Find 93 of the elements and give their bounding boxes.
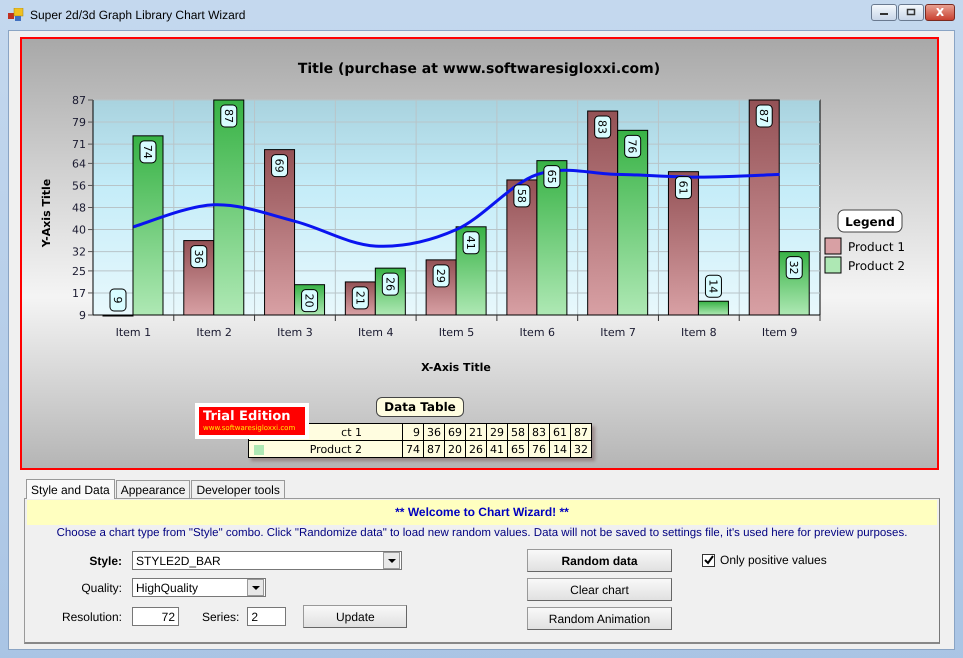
data-label: 14 (704, 274, 722, 298)
legend-label: Product 1 (848, 240, 906, 254)
legend-label: Product 2 (848, 259, 906, 273)
action-button[interactable]: Clear chart (527, 578, 672, 601)
x-axis-title: X-Axis Title (421, 361, 491, 374)
action-button[interactable]: Random Animation (527, 607, 672, 630)
data-label: 83 (594, 116, 612, 139)
y-axis-title: Y-Axis Title (40, 178, 53, 248)
table-cell: Product 2 (248, 440, 402, 458)
window-title: Super 2d/3d Graph Library Chart Wizard (30, 8, 246, 22)
data-label: 87 (220, 104, 238, 128)
table-cell: 58 (508, 424, 528, 440)
field-label: Series: (202, 610, 240, 624)
table-cell: 69 (444, 424, 466, 440)
checkbox[interactable] (702, 554, 715, 566)
table-cell: 61 (550, 424, 570, 440)
y-tick-label: 56 (72, 179, 86, 192)
y-tick-label: 48 (72, 202, 86, 214)
y-tick-label: 9 (79, 309, 86, 322)
action-button[interactable]: Random data (527, 549, 672, 572)
x-tick-label: Item 1 (116, 326, 152, 339)
table-cell: 26 (466, 440, 486, 458)
x-tick-label: Item 4 (358, 326, 394, 339)
data-label: 26 (382, 272, 399, 296)
minimize-button[interactable] (871, 4, 897, 20)
update-button[interactable]: Update (303, 605, 408, 628)
quality-dropdown[interactable]: HighQuality (132, 578, 266, 597)
field-label: Style: (88, 554, 122, 568)
data-label: 87 (756, 104, 773, 128)
maximize-icon (906, 8, 916, 16)
y-tick-label: 71 (72, 138, 86, 152)
table-cell: 32 (570, 440, 592, 458)
y-tick-label: 32 (72, 246, 86, 259)
data-label: 61 (674, 176, 692, 200)
x-tick-label: Item 3 (277, 326, 313, 339)
y-tick-label: 87 (72, 94, 86, 107)
data-label: 21 (352, 286, 369, 310)
field-label: Resolution: (60, 610, 122, 624)
field-label: Quality: (80, 580, 122, 594)
chart-title: Title (purchase at www.softwaresigloxxi.com) (298, 61, 660, 77)
y-tick-label: 79 (72, 116, 86, 130)
data-label: 32 (786, 256, 803, 280)
tab[interactable]: Developer tools (191, 480, 285, 498)
data-label: 58 (513, 184, 530, 208)
table-cell: 14 (550, 440, 570, 458)
table-cell: 87 (424, 440, 444, 458)
x-tick-label: Item 2 (196, 326, 232, 339)
y-tick-label: 17 (72, 286, 86, 300)
y-tick-label: 64 (72, 157, 86, 170)
table-cell: 83 (528, 424, 550, 440)
x-tick-label: Item 9 (762, 326, 798, 339)
app-icon (8, 8, 24, 22)
y-tick-label: 25 (72, 264, 86, 278)
dropdown-arrow-icon (388, 558, 396, 562)
welcome-banner: ** Welcome to Chart Wizard! ** (27, 500, 937, 525)
y-tick-label: 40 (72, 224, 86, 237)
tab[interactable]: Style and Data (26, 479, 115, 499)
data-label: 65 (543, 165, 560, 188)
data-label: 29 (432, 264, 450, 288)
data-label: 76 (624, 134, 642, 158)
table-cell: 74 (402, 440, 424, 458)
dropdown-arrow-icon (252, 586, 260, 590)
maximize-button[interactable] (898, 4, 924, 20)
table-cell: 76 (528, 440, 550, 458)
resolution-field[interactable]: 72 (132, 607, 179, 626)
data-label: 69 (271, 154, 288, 178)
checkbox-label: Only positive values (720, 553, 827, 567)
data-label: 20 (301, 289, 318, 312)
data-label: 41 (462, 231, 480, 254)
table-cell: 36 (424, 424, 444, 440)
table-cell: 65 (508, 440, 528, 458)
data-label: 36 (190, 245, 208, 268)
x-tick-label: Item 8 (681, 326, 717, 339)
table-cell: 41 (486, 440, 508, 458)
x-tick-label: Item 5 (438, 326, 474, 339)
table-cell: 21 (466, 424, 486, 440)
data-label: 9 (110, 288, 126, 312)
close-button[interactable] (925, 4, 955, 20)
table-cell: 9 (402, 424, 424, 440)
data-table-title: Data Table (376, 397, 464, 417)
table-cell: 29 (486, 424, 508, 440)
close-icon (935, 8, 945, 16)
table-cell: 87 (570, 424, 592, 440)
trial-title: Trial Edition (203, 409, 292, 424)
style-dropdown[interactable]: STYLE2D_BAR (132, 551, 402, 570)
series-field[interactable]: 2 (247, 607, 286, 626)
data-label: 74 (140, 140, 156, 164)
description-text: Choose a chart type from "Style" combo. Click "Randomize data" to load new random values. Data will not be saved to settings file, it's used here for preview purposes. (56, 527, 908, 539)
x-tick-label: Item 6 (520, 326, 556, 339)
tab[interactable]: Appearance (116, 480, 190, 498)
x-tick-label: Item 7 (600, 326, 636, 339)
legend-title: Legend (838, 210, 902, 232)
table-cell: 20 (444, 440, 466, 458)
